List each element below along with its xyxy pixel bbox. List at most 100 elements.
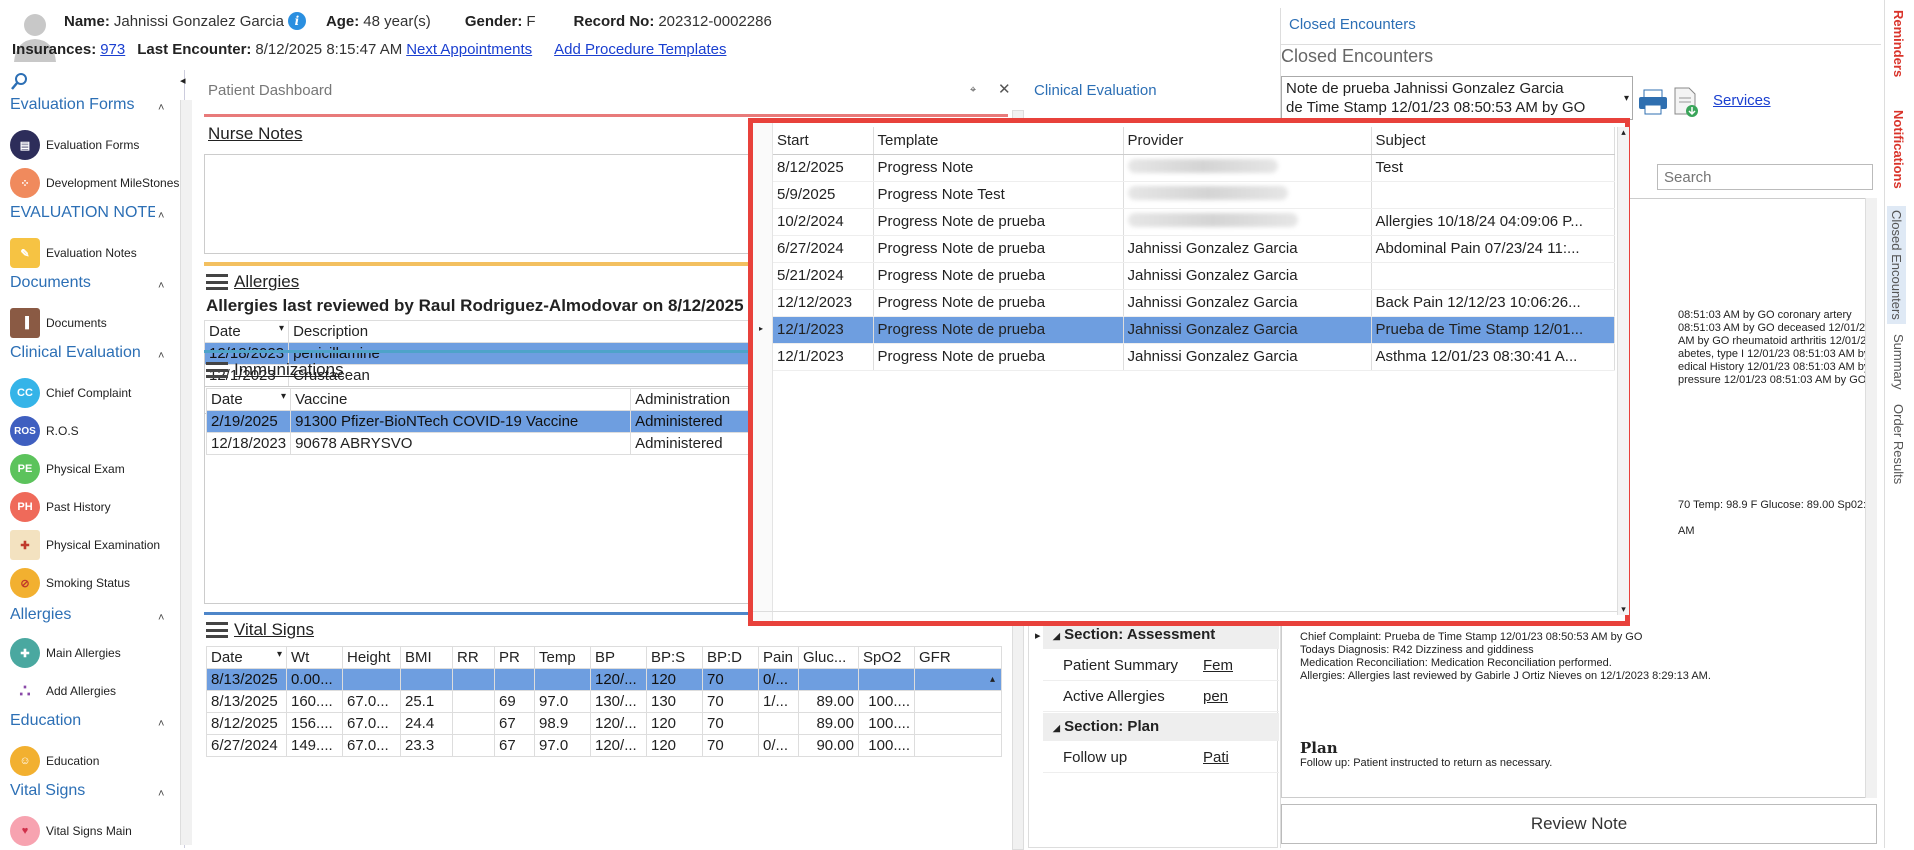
- sidebar-scrollbar[interactable]: [180, 100, 192, 845]
- table-row[interactable]: 8/13/2025 0.00... 120/... 120 70 0/...: [206, 668, 1002, 691]
- pin-icon[interactable]: ⌖: [970, 84, 976, 97]
- sidebar-item-physical-examination[interactable]: ✚ Physical Examination: [10, 530, 160, 560]
- chevron-up-icon[interactable]: ˄: [158, 102, 164, 114]
- sidebar-item-development-milestones[interactable]: ⁘ Development MileStones: [10, 168, 179, 198]
- tab-notifications[interactable]: Notifications: [1891, 110, 1906, 189]
- column-header[interactable]: PR: [494, 646, 535, 669]
- column-header[interactable]: Template: [873, 127, 1124, 155]
- table-row[interactable]: 12/12/2023 Progress Note de prueba Jahniss…: [773, 289, 1615, 317]
- column-header[interactable]: Gluc...: [798, 646, 859, 669]
- column-header[interactable]: Subject: [1371, 127, 1615, 155]
- column-header[interactable]: BP:D: [702, 646, 759, 669]
- sidebar-section-evaluation-notes[interactable]: EVALUATION NOTES: [10, 204, 155, 222]
- close-icon[interactable]: ✕: [998, 80, 1011, 98]
- chevron-up-icon[interactable]: ˄: [158, 350, 164, 362]
- menu-icon[interactable]: [206, 274, 228, 290]
- sidebar-section-education[interactable]: Education: [10, 712, 81, 730]
- encounter-select[interactable]: Note de prueba Jahnissi Gonzalez Garcia …: [1281, 76, 1633, 120]
- note-scrollbar[interactable]: [1865, 198, 1877, 798]
- column-header[interactable]: Vaccine: [290, 388, 632, 411]
- column-header[interactable]: Date ▾: [206, 646, 287, 669]
- column-header[interactable]: Date ▾: [203, 320, 290, 343]
- sidebar-section-clinical-evaluation[interactable]: Clinical Evaluation: [10, 344, 141, 362]
- column-header[interactable]: Date ▾: [205, 388, 292, 411]
- next-appointments-link[interactable]: Next Appointments: [406, 41, 532, 58]
- column-header[interactable]: Height: [342, 646, 401, 669]
- chevron-up-icon[interactable]: ˄: [158, 718, 164, 730]
- sidebar-section-documents[interactable]: Documents: [10, 274, 91, 292]
- sidebar-item-evaluation-forms[interactable]: ▤ Evaluation Forms: [10, 130, 139, 160]
- sidebar-item-add-allergies[interactable]: ∴ Add Allergies: [10, 676, 116, 706]
- sidebar-item-past-history[interactable]: PH Past History: [10, 492, 111, 522]
- sidebar-item-education[interactable]: ☺ Education: [10, 746, 99, 776]
- tab-reminders[interactable]: Reminders: [1891, 10, 1906, 77]
- column-header[interactable]: BMI: [400, 646, 453, 669]
- insurances-link[interactable]: 973: [100, 41, 125, 58]
- add-procedure-templates-link[interactable]: Add Procedure Templates: [554, 41, 726, 58]
- sidebar-item-evaluation-notes[interactable]: ✎ Evaluation Notes: [10, 238, 137, 268]
- last-encounter-value: 8/12/2025 8:15:47 AM: [255, 41, 403, 58]
- sidebar-item-physical-exam[interactable]: PE Physical Exam: [10, 454, 125, 484]
- column-header[interactable]: Wt: [286, 646, 343, 669]
- column-header[interactable]: Temp: [534, 646, 591, 669]
- table-cell: 0/...: [758, 734, 799, 757]
- sidebar-item-main-allergies[interactable]: ✚ Main Allergies: [10, 638, 121, 668]
- assessment-item[interactable]: Patient Summary Fem: [1043, 651, 1279, 681]
- column-header[interactable]: Start: [773, 127, 874, 155]
- table-row[interactable]: 5/21/2024 Progress Note de prueba Jahnissi…: [773, 262, 1615, 290]
- table-row[interactable]: 12/1/2023 Progress Note de prueba Jahnissi…: [773, 343, 1615, 371]
- sidebar-section-vital-signs[interactable]: Vital Signs: [10, 782, 85, 800]
- table-row[interactable]: 8/12/2025 156.... 67.0... 24.4 67 98.9 120/...…: [206, 712, 1002, 735]
- scroll-up-icon[interactable]: ▴: [990, 674, 995, 685]
- scroll-up-icon[interactable]: ▴: [1618, 127, 1629, 138]
- scroll-down-icon[interactable]: ▾: [1618, 604, 1629, 615]
- tab-order-results[interactable]: Order Results: [1891, 404, 1906, 484]
- table-row[interactable]: 5/9/2025 Progress Note Test: [773, 181, 1615, 209]
- table-row[interactable]: 6/27/2024 149.... 67.0... 23.3 67 97.0 120/...…: [206, 734, 1002, 757]
- column-header[interactable]: SpO2: [858, 646, 915, 669]
- menu-icon[interactable]: [206, 622, 228, 638]
- sidebar-item-ros[interactable]: ROS R.O.S: [10, 416, 79, 446]
- closed-encounters-tab[interactable]: Closed Encounters: [1289, 16, 1416, 33]
- expand-icon[interactable]: ▸: [1035, 629, 1041, 642]
- popup-scrollbar[interactable]: ▴ ▾: [1617, 127, 1629, 615]
- chevron-up-icon[interactable]: ˄: [158, 788, 164, 800]
- table-row[interactable]: 8/13/2025 160.... 67.0... 25.1 69 97.0 130/...…: [206, 690, 1002, 713]
- export-document-icon[interactable]: [1673, 86, 1699, 118]
- review-note-button[interactable]: Review Note: [1281, 804, 1877, 844]
- popup-resize-grip[interactable]: [753, 611, 1617, 621]
- sidebar-section-allergies[interactable]: Allergies: [10, 606, 71, 624]
- column-header[interactable]: RR: [452, 646, 495, 669]
- table-row[interactable]: 6/27/2024 Progress Note de prueba Jahnissi…: [773, 235, 1615, 263]
- table-cell: 25.1: [400, 690, 453, 713]
- column-header[interactable]: Pain: [758, 646, 799, 669]
- table-row[interactable]: 8/12/2025 Progress Note Test: [773, 154, 1615, 182]
- printer-icon[interactable]: [1637, 88, 1669, 116]
- sidebar-item-chief-complaint[interactable]: CC Chief Complaint: [10, 378, 131, 408]
- sidebar-item-vital-signs-main[interactable]: ♥ Vital Signs Main: [10, 816, 132, 846]
- info-icon[interactable]: i: [287, 12, 306, 30]
- chevron-up-icon[interactable]: ˄: [158, 280, 164, 292]
- section-plan[interactable]: ◢ Section: Plan: [1043, 713, 1279, 741]
- table-row[interactable]: 10/2/2024 Progress Note de prueba Allergie…: [773, 208, 1615, 236]
- services-link[interactable]: Services: [1713, 92, 1771, 109]
- assessment-item[interactable]: Active Allergies pen: [1043, 682, 1279, 712]
- sidebar-section-evaluation-forms[interactable]: Evaluation Forms: [10, 96, 135, 114]
- search-icon[interactable]: [10, 72, 30, 92]
- chevron-up-icon[interactable]: ˄: [158, 210, 164, 222]
- column-header[interactable]: GFR: [914, 646, 1002, 669]
- column-header[interactable]: BP:S: [646, 646, 703, 669]
- column-header[interactable]: Provider: [1123, 127, 1372, 155]
- note-line: edical History 12/01/23 08:51:03 AM by: [1678, 361, 1870, 373]
- menu-icon[interactable]: [206, 362, 228, 378]
- collapse-sidebar-icon[interactable]: ◂: [180, 74, 186, 87]
- table-row[interactable]: 12/1/2023 Progress Note de prueba Jahnissi…: [773, 316, 1615, 344]
- sidebar-item-documents[interactable]: ▐ Documents: [10, 308, 107, 338]
- column-header[interactable]: BP: [590, 646, 647, 669]
- chevron-up-icon[interactable]: ˄: [158, 612, 164, 624]
- tab-closed-encounters[interactable]: Closed Encounters: [1887, 206, 1906, 324]
- tab-summary[interactable]: Summary: [1891, 334, 1906, 390]
- search-input[interactable]: [1657, 164, 1873, 190]
- plan-item[interactable]: Follow up Pati: [1043, 743, 1279, 773]
- sidebar-item-smoking-status[interactable]: ⊘ Smoking Status: [10, 568, 130, 598]
